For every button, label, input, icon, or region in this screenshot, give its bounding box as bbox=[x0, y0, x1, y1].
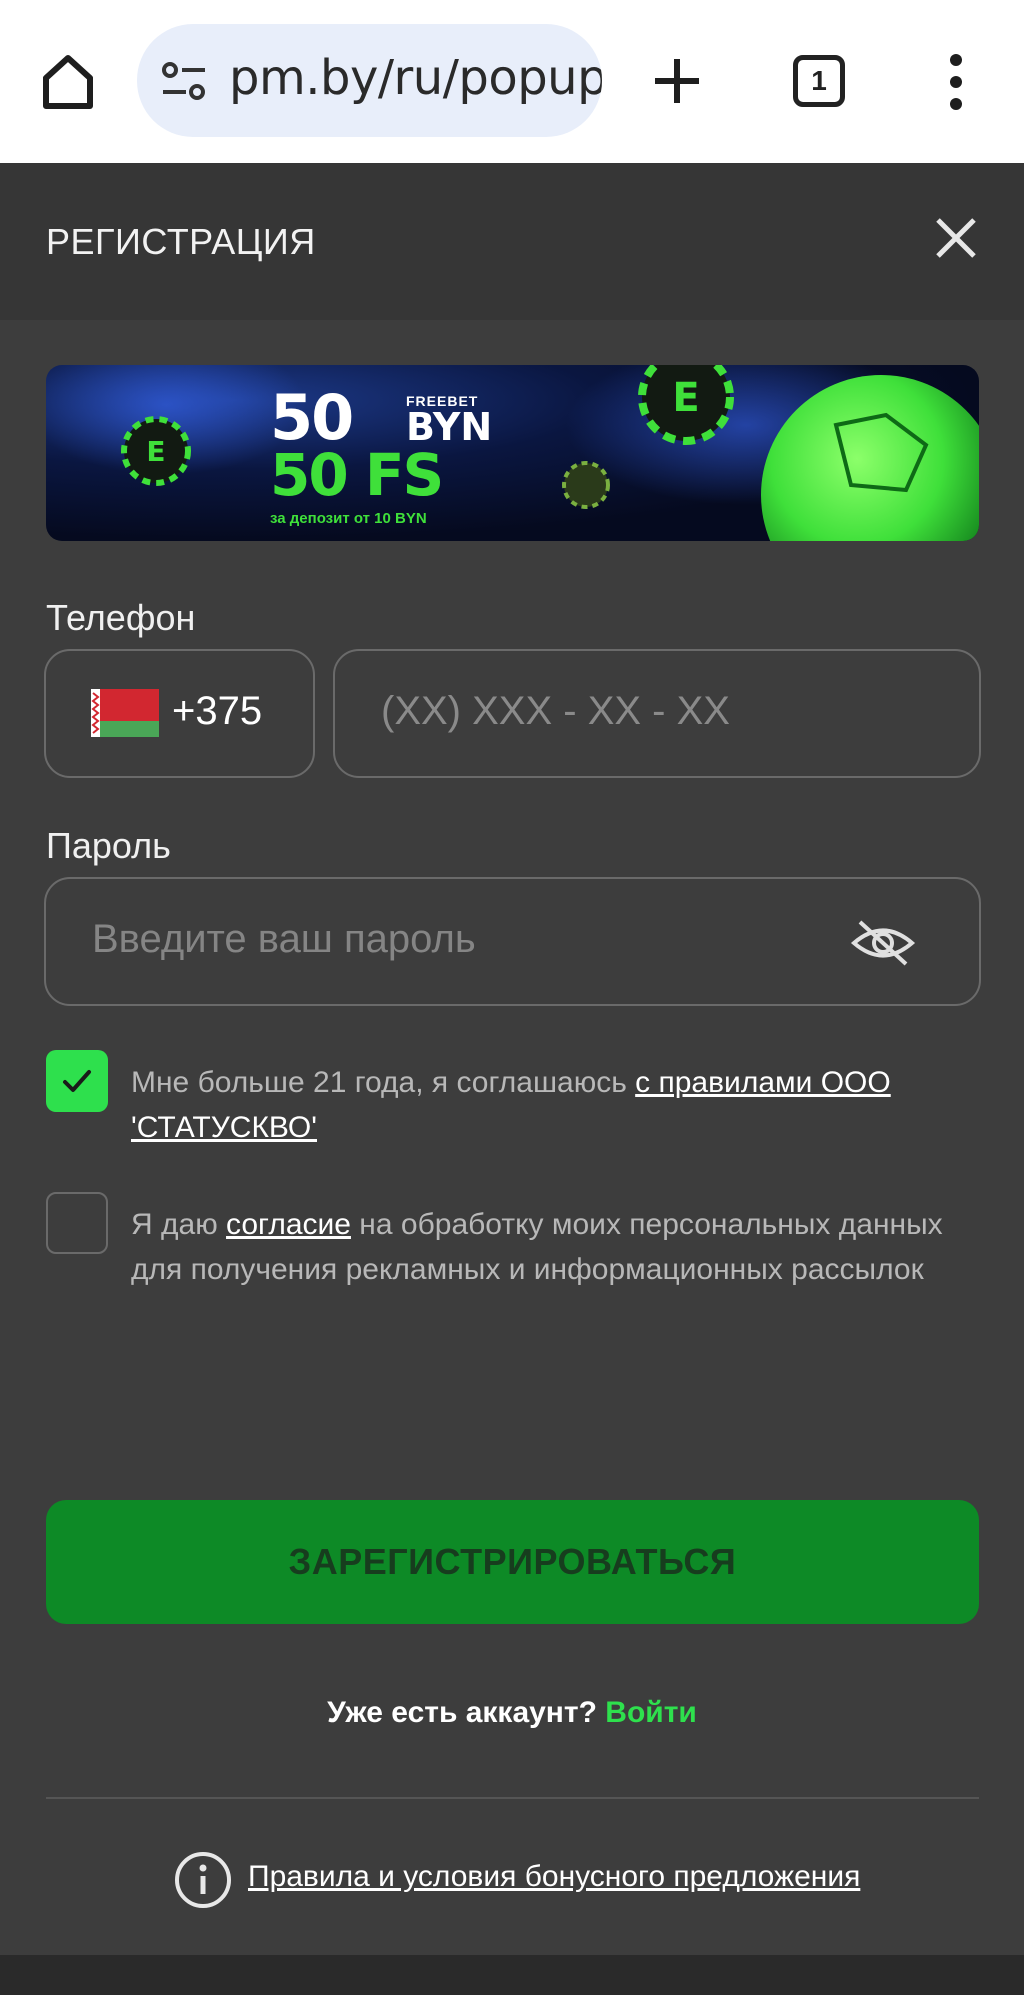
age-consent-label: Мне больше 21 года, я соглашаюсь bbox=[131, 1066, 636, 1099]
bonus-rules-link[interactable]: Правила и условия бонусного предложения bbox=[248, 1860, 860, 1894]
svg-text:E: E bbox=[146, 435, 165, 468]
tab-switcher-button[interactable]: 1 bbox=[793, 55, 845, 107]
country-code: +375 bbox=[172, 689, 263, 733]
modal-title: РЕГИСТРАЦИЯ bbox=[46, 221, 316, 262]
password-input[interactable]: Введите ваш пароль bbox=[44, 877, 981, 1006]
bottom-strip bbox=[0, 1955, 1024, 1995]
login-question: Уже есть аккаунт? bbox=[327, 1696, 606, 1729]
info-icon bbox=[175, 1852, 231, 1908]
divider bbox=[46, 1797, 979, 1799]
browser-toolbar: pm.by/ru/popup 1 bbox=[0, 0, 1024, 163]
marketing-consent-text: Я даю согласие на обработку моих персона… bbox=[131, 1202, 981, 1292]
age-consent-checkbox[interactable] bbox=[46, 1050, 108, 1112]
banner-artwork: E E bbox=[46, 365, 979, 541]
checkmark-icon bbox=[63, 1070, 91, 1092]
tab-count: 1 bbox=[811, 65, 827, 96]
more-menu-icon[interactable] bbox=[944, 52, 968, 112]
belarus-flag-icon bbox=[91, 689, 159, 737]
phone-input[interactable]: (XX) XXX - XX - XX bbox=[333, 649, 981, 778]
marketing-consent-prefix: Я даю bbox=[131, 1208, 227, 1241]
url-text: pm.by/ru/popup bbox=[229, 50, 602, 106]
banner-freespins: 50 FS bbox=[270, 441, 444, 509]
marketing-consent-checkbox[interactable] bbox=[46, 1192, 108, 1254]
new-tab-icon[interactable] bbox=[652, 56, 702, 106]
home-icon[interactable] bbox=[40, 52, 96, 112]
banner-deposit-note: за депозит от 10 BYN bbox=[270, 510, 427, 527]
banner-amount: 50 bbox=[270, 381, 354, 454]
login-link[interactable]: Войти bbox=[605, 1696, 697, 1729]
consent-link[interactable]: согласие bbox=[226, 1208, 351, 1241]
svg-text:E: E bbox=[672, 375, 699, 421]
phone-placeholder: (XX) XXX - XX - XX bbox=[381, 689, 730, 733]
phone-label: Телефон bbox=[46, 597, 196, 638]
country-code-select[interactable]: +375 bbox=[44, 649, 315, 778]
close-icon[interactable] bbox=[934, 216, 978, 260]
password-label: Пароль bbox=[46, 825, 171, 866]
modal-header: РЕГИСТРАЦИЯ bbox=[0, 163, 1024, 320]
age-consent-text: Мне больше 21 года, я соглашаюсь с прави… bbox=[131, 1060, 981, 1150]
address-bar[interactable]: pm.by/ru/popup bbox=[137, 24, 602, 137]
password-placeholder: Введите ваш пароль bbox=[92, 917, 476, 961]
site-settings-icon[interactable] bbox=[161, 60, 207, 102]
promo-banner[interactable]: E E 50 FREEBET BYN 50 FS за депозит от 1… bbox=[46, 365, 979, 541]
register-button[interactable]: ЗАРЕГИСТРИРОВАТЬСЯ bbox=[46, 1500, 979, 1624]
login-prompt: Уже есть аккаунт? Войти bbox=[0, 1696, 1024, 1730]
eye-off-icon[interactable] bbox=[850, 918, 916, 968]
